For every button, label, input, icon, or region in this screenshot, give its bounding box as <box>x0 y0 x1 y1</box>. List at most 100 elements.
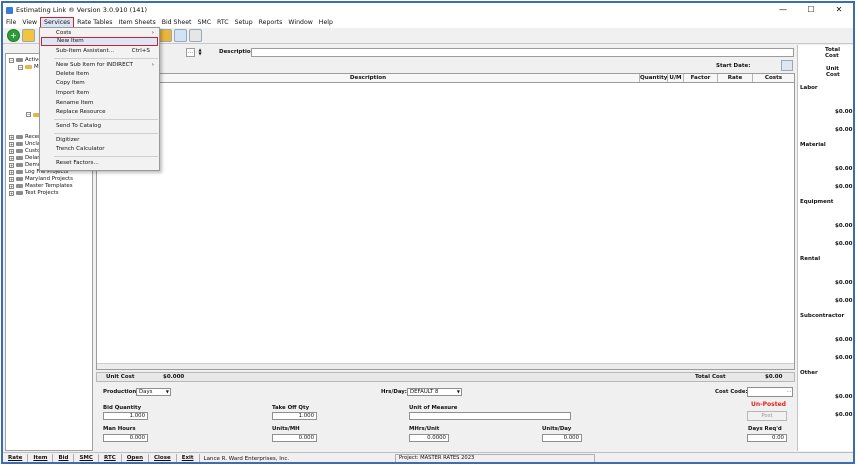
col-costs[interactable]: Costs <box>753 74 794 82</box>
tree-node-maryland-projects[interactable]: + Maryland Projects <box>9 176 73 182</box>
menu-item-reset-factors[interactable]: Reset Factors... <box>41 159 158 168</box>
bid-quantity-input[interactable]: 1.000 <box>103 412 148 420</box>
col-description[interactable]: Description <box>97 74 640 82</box>
units-day-input[interactable]: 0.000 <box>542 434 582 442</box>
menu-item-sheets[interactable]: Item Sheets <box>116 18 159 28</box>
tree-node-active[interactable]: − Active <box>9 57 42 63</box>
col-um[interactable]: U/M <box>668 74 684 82</box>
description-input[interactable] <box>251 48 794 57</box>
menu-item-sub-item-assistant[interactable]: Sub-Item Assistant... Ctrl+S <box>41 47 158 56</box>
resource-grid[interactable]: Description Quantity U/M Factor Rate Cos… <box>96 73 795 370</box>
units-day-label: Units/Day <box>542 426 572 432</box>
menu-rtc[interactable]: RTC <box>214 18 232 28</box>
menu-separator <box>54 133 158 134</box>
menu-item-import-item[interactable]: Import Item <box>41 89 158 98</box>
open-folder-icon[interactable] <box>22 29 35 42</box>
unit-of-measure-input[interactable] <box>409 412 571 420</box>
menu-item-digitizer[interactable]: Digitizer <box>41 136 158 145</box>
collapse-icon[interactable]: − <box>9 57 14 63</box>
app-window: Estimating Link ® Version 3.0.910 (141) … <box>1 1 855 464</box>
menu-view[interactable]: View <box>19 18 40 28</box>
folders-icon[interactable] <box>159 29 172 42</box>
take-off-qty-input[interactable]: 1.000 <box>272 412 317 420</box>
menu-item-delete-item[interactable]: Delete Item <box>41 70 158 79</box>
minimize-button[interactable]: — <box>769 3 797 17</box>
col-rate[interactable]: Rate <box>718 74 753 82</box>
menu-smc[interactable]: SMC <box>194 18 214 28</box>
folder-icon <box>16 163 23 167</box>
tree-node-demo[interactable]: + Demo <box>9 162 41 168</box>
bid-button[interactable]: Bid <box>53 454 75 462</box>
item-lookup-button[interactable]: … <box>186 48 195 57</box>
menu-item-rename-item[interactable]: Rename Item <box>41 99 158 108</box>
tree-node-unclassified[interactable]: + Unclas <box>9 141 43 147</box>
post-button[interactable]: Post <box>747 411 787 421</box>
menu-item-trench-calculator[interactable]: Trench Calculator <box>41 145 158 154</box>
expand-icon[interactable]: + <box>9 155 14 161</box>
folder-icon <box>16 149 23 153</box>
menu-setup[interactable]: Setup <box>232 18 256 28</box>
take-off-qty-label: Take Off Qty <box>272 405 310 411</box>
folder-icon <box>16 177 23 181</box>
units-mh-input[interactable]: 0.000 <box>272 434 317 442</box>
tree-node-customer[interactable]: + Custor <box>9 148 43 154</box>
tree-node-m[interactable]: − M <box>18 64 39 70</box>
expand-icon[interactable]: + <box>9 141 14 147</box>
menu-file[interactable]: File <box>3 18 19 28</box>
menu-item-new-item[interactable]: New Item <box>41 37 158 46</box>
expand-icon[interactable]: + <box>9 169 14 175</box>
tree-node-master-templates[interactable]: + Master Templates <box>9 183 73 189</box>
menu-reports[interactable]: Reports <box>256 18 286 28</box>
labor-label: Labor <box>800 85 818 91</box>
print-icon[interactable] <box>189 29 202 42</box>
expand-icon[interactable]: + <box>9 162 14 168</box>
close-button[interactable]: ✕ <box>825 3 853 17</box>
services-menu: Costs › New Item Sub-Item Assistant... Ctr… <box>39 27 160 171</box>
status-bar: Rate Item Bid SMC RTC Open Close Exit La… <box>3 452 853 462</box>
production-select[interactable]: Days ▼ <box>136 388 171 396</box>
expand-icon[interactable]: + <box>9 148 14 154</box>
expand-icon[interactable]: + <box>9 176 14 182</box>
add-icon[interactable]: + <box>7 29 20 42</box>
menu-item-send-to-catalog[interactable]: Send To Catalog <box>41 122 158 131</box>
days-reqd-input[interactable]: 0.00 <box>747 434 787 442</box>
menu-help[interactable]: Help <box>316 18 336 28</box>
cost-code-select[interactable]: … <box>747 387 793 397</box>
menu-rate-tables[interactable]: Rate Tables <box>74 18 115 28</box>
horizontal-scrollbar[interactable] <box>97 363 794 369</box>
menu-item-replace-resource[interactable]: Replace Resource <box>41 108 158 117</box>
chevron-down-icon: ▼ <box>165 389 169 394</box>
calendar-icon[interactable] <box>781 60 793 71</box>
close-project-button[interactable]: Close <box>149 454 177 462</box>
mhrs-unit-input[interactable]: 0.0000 <box>409 434 449 442</box>
expand-icon[interactable]: + <box>9 190 14 196</box>
spin-control[interactable]: ▲ ▼ <box>197 48 203 57</box>
tree-node-recent[interactable]: + Recen <box>9 134 42 140</box>
menu-item-new-sub-item-indirect[interactable]: New Sub Item for INDIRECT › <box>41 61 158 70</box>
folder-icon <box>16 58 23 62</box>
expand-icon[interactable]: + <box>9 183 14 189</box>
col-factor[interactable]: Factor <box>684 74 718 82</box>
col-quantity[interactable]: Quantity <box>640 74 668 82</box>
menu-separator <box>54 58 158 59</box>
tree-node-delan[interactable]: + Delan <box>9 155 41 161</box>
collapse-icon[interactable]: − <box>18 64 23 70</box>
open-button[interactable]: Open <box>122 454 149 462</box>
tree-node-test-projects[interactable]: + Test Projects <box>9 190 59 196</box>
menu-item-copy-item[interactable]: Copy Item <box>41 79 158 88</box>
rate-button[interactable]: Rate <box>3 454 29 462</box>
menu-window[interactable]: Window <box>285 18 315 28</box>
table-icon[interactable] <box>174 29 187 42</box>
expand-icon[interactable]: + <box>9 134 14 140</box>
total-cost-label: Total Cost <box>695 374 726 380</box>
project-name: Project: MASTER RATES 2023 <box>395 454 595 462</box>
man-hours-value[interactable]: 0.000 <box>103 434 148 442</box>
collapse-icon[interactable]: − <box>26 112 31 117</box>
smc-button[interactable]: SMC <box>74 454 99 462</box>
rtc-button[interactable]: RTC <box>99 454 122 462</box>
maximize-button[interactable]: ☐ <box>797 3 825 17</box>
menu-bid-sheet[interactable]: Bid Sheet <box>159 18 195 28</box>
item-button[interactable]: Item <box>28 454 54 462</box>
exit-button[interactable]: Exit <box>177 454 200 462</box>
hrs-day-select[interactable]: DEFAULT 8 ▼ <box>407 388 462 396</box>
